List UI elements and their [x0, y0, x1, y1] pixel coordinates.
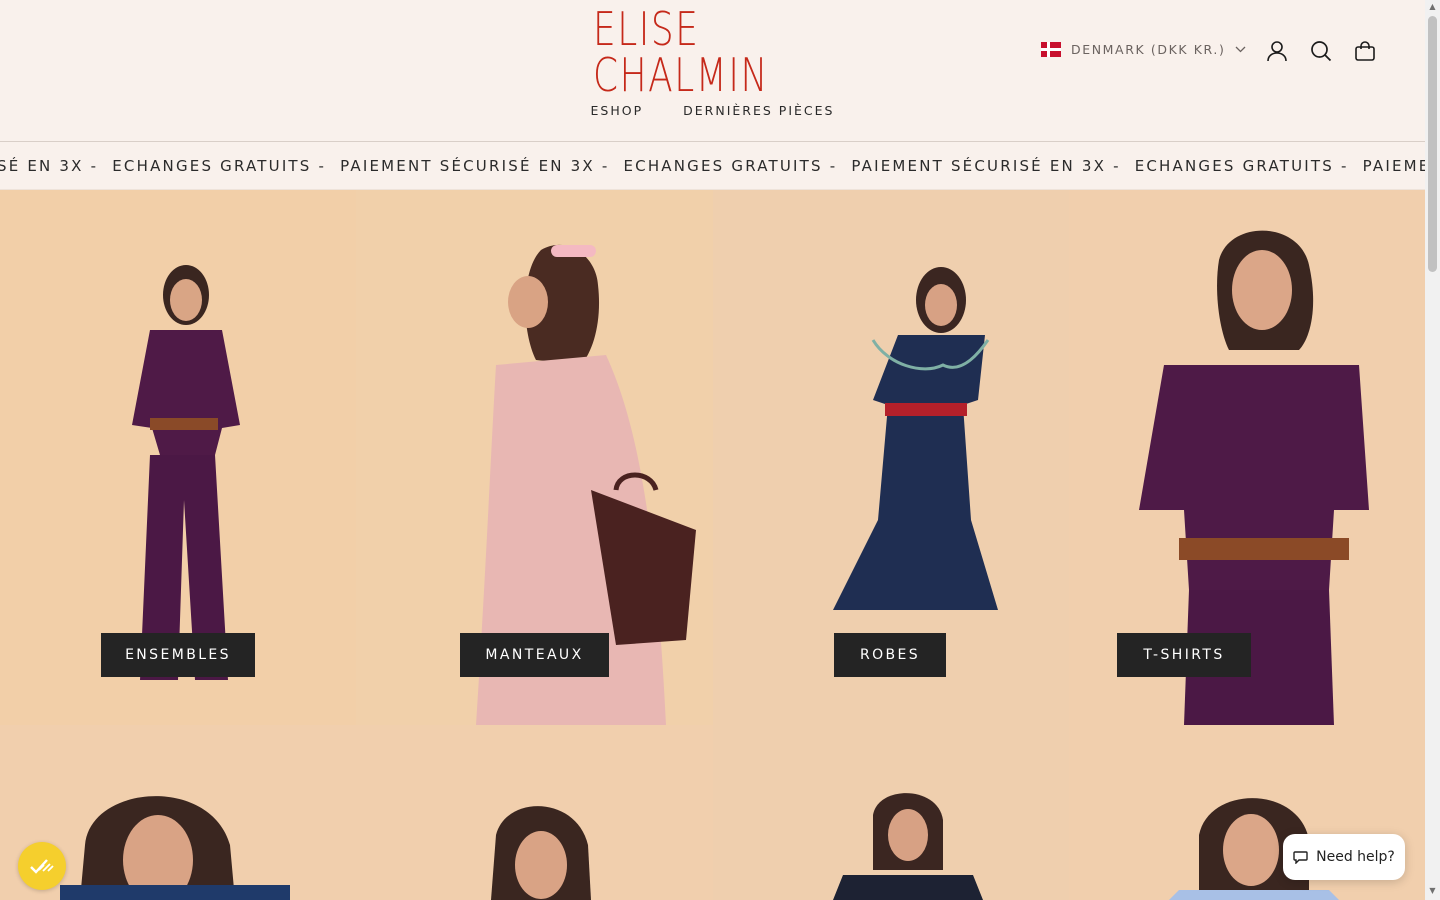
- brand-logo[interactable]: ELISE CHALMIN: [560, 6, 860, 98]
- cart-icon[interactable]: [1352, 38, 1378, 64]
- scrollbar-thumb[interactable]: [1428, 16, 1437, 272]
- announcement-marquee: SÉ EN 3X - ECHANGES GRATUITS - PAIEMENT …: [0, 142, 1425, 190]
- nav-item-eshop[interactable]: ESHOP: [591, 103, 644, 118]
- category-button-ensembles[interactable]: ENSEMBLES: [101, 633, 255, 677]
- category-label: MANTEAUX: [485, 647, 584, 663]
- category-tile[interactable]: [356, 725, 713, 900]
- marquee-item: ECHANGES GRATUITS -: [623, 157, 838, 175]
- help-chat-button[interactable]: Need help?: [1283, 834, 1405, 880]
- category-photo: [356, 725, 713, 900]
- scroll-up-arrow-icon[interactable]: ▲: [1428, 2, 1437, 11]
- category-button-manteaux[interactable]: MANTEAUX: [460, 633, 609, 677]
- chat-bubble-icon: [1293, 851, 1308, 864]
- help-chat-label: Need help?: [1316, 849, 1395, 865]
- denmark-flag-icon: [1041, 42, 1061, 57]
- category-grid: ENSEMBLES MANTEAUX ROBES T-SHIRTS: [0, 190, 1425, 900]
- checkmark-icon: [30, 859, 54, 874]
- category-tile-robes[interactable]: ROBES: [713, 190, 1069, 725]
- category-label: ROBES: [859, 647, 921, 663]
- search-icon[interactable]: [1308, 38, 1334, 64]
- category-label: T-SHIRTS: [1143, 647, 1225, 663]
- marquee-item: PAIEMENT SÉCURISÉ EN 3X -: [851, 157, 1121, 175]
- brand-logo-text: ELISE CHALMIN: [593, 2, 769, 102]
- category-tile-manteaux[interactable]: MANTEAUX: [356, 190, 713, 725]
- marquee-item: PAIEMENT SÉCURISÉ EN 3X: [1362, 157, 1425, 175]
- marquee-item: ECHANGES GRATUITS -: [1134, 157, 1349, 175]
- category-label: ENSEMBLES: [125, 647, 231, 663]
- category-tile-ensembles[interactable]: ENSEMBLES: [0, 190, 356, 725]
- page-scrollbar[interactable]: ▲ ▼: [1425, 0, 1440, 900]
- category-button-t-shirts[interactable]: T-SHIRTS: [1117, 633, 1251, 677]
- category-button-robes[interactable]: ROBES: [834, 633, 946, 677]
- site-header: ELISE CHALMIN DENMARK (DKK KR.) ESHOP DE…: [0, 0, 1425, 142]
- chevron-down-icon: [1235, 46, 1246, 53]
- scroll-down-arrow-icon[interactable]: ▼: [1428, 886, 1437, 895]
- category-photo: [713, 725, 1069, 900]
- marquee-item: PAIEMENT SÉCURISÉ EN 3X -: [340, 157, 610, 175]
- category-tile-t-shirts[interactable]: T-SHIRTS: [1069, 190, 1425, 725]
- marquee-item: SÉ EN 3X -: [0, 157, 99, 175]
- marquee-item: ECHANGES GRATUITS -: [112, 157, 327, 175]
- country-selector-label: DENMARK (DKK KR.): [1071, 42, 1226, 57]
- category-tile[interactable]: [713, 725, 1069, 900]
- nav-item-dernieres-pieces[interactable]: DERNIÈRES PIÈCES: [683, 103, 834, 118]
- country-selector[interactable]: DENMARK (DKK KR.): [1041, 42, 1246, 57]
- trust-badge[interactable]: [18, 842, 66, 890]
- account-icon[interactable]: [1264, 38, 1290, 64]
- main-nav: ESHOP DERNIÈRES PIÈCES: [0, 103, 1425, 118]
